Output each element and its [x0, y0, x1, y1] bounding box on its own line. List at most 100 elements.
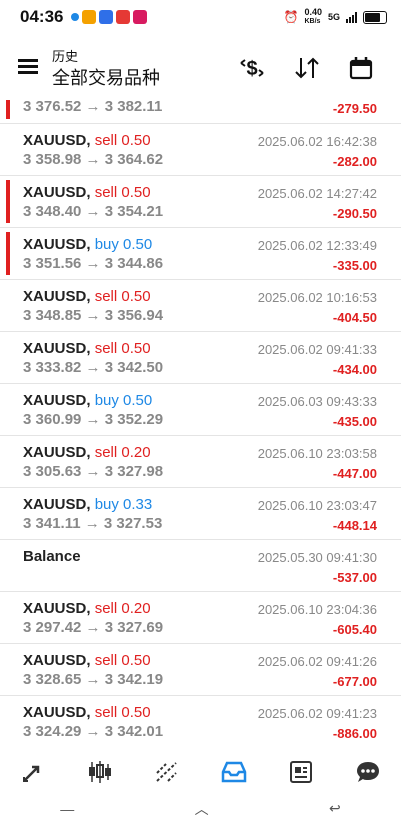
- trade-profit-loss: -279.50: [332, 101, 377, 116]
- trade-volume: 0.50: [123, 392, 153, 409]
- trade-row[interactable]: XAUUSD, sell 0.50 2025.06.02 10:16:53 3 34…: [0, 280, 401, 332]
- trade-side: sell: [94, 652, 118, 669]
- back-button[interactable]: ↩: [329, 800, 341, 817]
- trade-profit-loss: -434.00: [332, 362, 377, 377]
- trade-time: 2025.06.02 09:41:33: [257, 342, 377, 357]
- trade-symbol: XAUUSD, sell 0.20: [23, 600, 151, 617]
- trade-volume: 0.50: [121, 652, 151, 669]
- trade-side: buy: [94, 392, 119, 409]
- notification-icon: [116, 10, 131, 24]
- trade-profit-loss: -886.00: [332, 726, 377, 741]
- chart-icon[interactable]: [80, 752, 120, 792]
- calendar-icon[interactable]: [347, 54, 375, 82]
- svg-text:$: $: [246, 58, 257, 80]
- trade-row[interactable]: XAUUSD, sell 0.50 2025.06.02 09:41:26 3 32…: [0, 644, 401, 696]
- signal-icon: [346, 11, 357, 23]
- trade-prices: 3 328.65 → 3 342.19: [23, 671, 164, 688]
- trade-profit-loss: -335.00: [332, 258, 377, 273]
- trade-prices: 3 324.29 → 3 342.01: [23, 723, 164, 740]
- trade-volume: 0.50: [121, 704, 151, 721]
- notification-icon: [71, 13, 80, 21]
- trade-side: buy: [94, 496, 119, 513]
- trade-prices: 3 297.42 → 3 327.69: [23, 619, 164, 636]
- trade-symbol: XAUUSD, buy 0.50: [23, 392, 153, 409]
- trade-symbol: XAUUSD, sell 0.50: [23, 184, 151, 201]
- trade-row[interactable]: XAUUSD, sell 0.20 2025.06.10 23:04:36 3 29…: [0, 592, 401, 644]
- trade-row[interactable]: XAUUSD, buy 0.33 2025.06.10 23:03:47 3 341…: [0, 488, 401, 540]
- trade-prices: 3 305.63 → 3 327.98: [23, 463, 164, 480]
- trade-row[interactable]: XAUUSD, sell 0.50 2025.06.02 14:27:42 3 34…: [0, 176, 401, 228]
- trade-row[interactable]: XAUUSD, sell 0.20 2025.06.10 23:03:58 3 30…: [0, 436, 401, 488]
- trade-time: 2025.06.02 12:33:49: [257, 238, 377, 253]
- trade-symbol: XAUUSD, sell 0.50: [23, 704, 151, 721]
- trade-time: 2025.06.02 14:27:42: [257, 186, 377, 201]
- trade-side: buy: [94, 236, 119, 253]
- network-type: 5G: [327, 12, 340, 22]
- trade-side: sell: [94, 184, 118, 201]
- trade-side: sell: [94, 600, 118, 617]
- position-marker: [6, 232, 10, 275]
- trade-prices: 3 348.40 → 3 354.21: [23, 203, 164, 220]
- trade-time: 2025.06.10 23:03:47: [257, 498, 377, 513]
- chat-icon[interactable]: [348, 752, 388, 792]
- home-button[interactable]: ︿: [195, 799, 209, 819]
- trade-volume: 0.50: [121, 288, 151, 305]
- trade-symbol: XAUUSD, sell 0.50: [23, 340, 151, 357]
- system-navigation: — ︿ ↩: [0, 800, 401, 817]
- trade-prices: 3 358.98 → 3 364.62: [23, 151, 164, 168]
- trade-time: 2025.06.10 23:03:58: [257, 446, 377, 461]
- menu-icon[interactable]: [18, 59, 38, 75]
- trade-symbol: XAUUSD, sell 0.50: [23, 288, 151, 305]
- page-title[interactable]: 全部交易品种: [52, 64, 160, 90]
- trade-prices: 3 376.52 → 3 382.11: [23, 98, 163, 115]
- trade-row[interactable]: XAUUSD, buy 0.50 2025.06.02 12:33:49 3 351…: [0, 228, 401, 280]
- trade-time: 2025.05.30 09:41:30: [257, 550, 377, 565]
- trade-profit-loss: -448.14: [332, 518, 377, 533]
- trade-row[interactable]: XAUUSD, buy 0.50 2025.06.03 09:43:33 3 360…: [0, 384, 401, 436]
- trade-volume: 0.50: [121, 184, 151, 201]
- news-icon[interactable]: [281, 752, 321, 792]
- trade-time: 2025.06.10 23:04:36: [257, 602, 377, 617]
- notification-icon: [133, 10, 148, 24]
- trade-history-list: 3 376.52 → 3 382.11 -279.50 XAUUSD, sell 0…: [0, 96, 401, 748]
- trade-prices: 3 360.99 → 3 352.29: [23, 411, 164, 428]
- position-marker: [6, 100, 10, 119]
- alarm-icon: ⏰: [283, 10, 299, 24]
- trade-volume: 0.50: [121, 132, 151, 149]
- trade-profit-loss: -677.00: [332, 674, 377, 689]
- bottom-navigation: [0, 744, 401, 800]
- trade-symbol: XAUUSD, buy 0.33: [23, 496, 153, 513]
- quotes-icon[interactable]: [13, 752, 53, 792]
- status-time: 04:36: [20, 7, 64, 26]
- notification-icon: [82, 10, 97, 24]
- currency-icon[interactable]: $: [238, 54, 266, 82]
- position-marker: [6, 180, 10, 223]
- trade-time: 2025.06.02 09:41:23: [257, 706, 377, 721]
- app-bar: 历史 全部交易品种 $: [0, 34, 401, 96]
- trade-row[interactable]: XAUUSD, sell 0.50 2025.06.02 09:41:33 3 33…: [0, 332, 401, 384]
- trade-prices: 3 348.85 → 3 356.94: [23, 307, 164, 324]
- trade-symbol: XAUUSD, sell 0.50: [23, 132, 151, 149]
- trade-row[interactable]: 3 376.52 → 3 382.11 -279.50: [0, 96, 401, 124]
- status-bar: 04:36 ⏰ 0.40 KB/s 5G: [0, 0, 401, 34]
- trade-row[interactable]: XAUUSD, sell 0.50 2025.06.02 09:41:23 3 32…: [0, 696, 401, 748]
- net-speed: 0.40 KB/s: [304, 7, 322, 26]
- sort-icon[interactable]: [293, 54, 321, 82]
- trade-symbol: XAUUSD, sell 0.20: [23, 444, 151, 461]
- trade-profit-loss: -447.00: [332, 466, 377, 481]
- trade-row[interactable]: Balance 2025.05.30 09:41:30 -537.00: [0, 540, 401, 592]
- trade-profit-loss: -537.00: [332, 570, 377, 585]
- trade-symbol: XAUUSD, sell 0.50: [23, 652, 151, 669]
- trade-volume: 0.33: [123, 496, 153, 513]
- trade-prices: 3 351.56 → 3 344.86: [23, 255, 164, 272]
- trade-icon[interactable]: [147, 752, 187, 792]
- trade-symbol: Balance: [23, 548, 81, 565]
- recent-apps-button[interactable]: —: [60, 801, 74, 817]
- trade-side: sell: [94, 444, 118, 461]
- trade-row[interactable]: XAUUSD, sell 0.50 2025.06.02 16:42:38 3 35…: [0, 124, 401, 176]
- trade-time: 2025.06.02 16:42:38: [257, 134, 377, 149]
- trade-profit-loss: -404.50: [332, 310, 377, 325]
- history-icon[interactable]: [214, 752, 254, 792]
- trade-side: sell: [94, 288, 118, 305]
- notification-icon: [99, 10, 114, 24]
